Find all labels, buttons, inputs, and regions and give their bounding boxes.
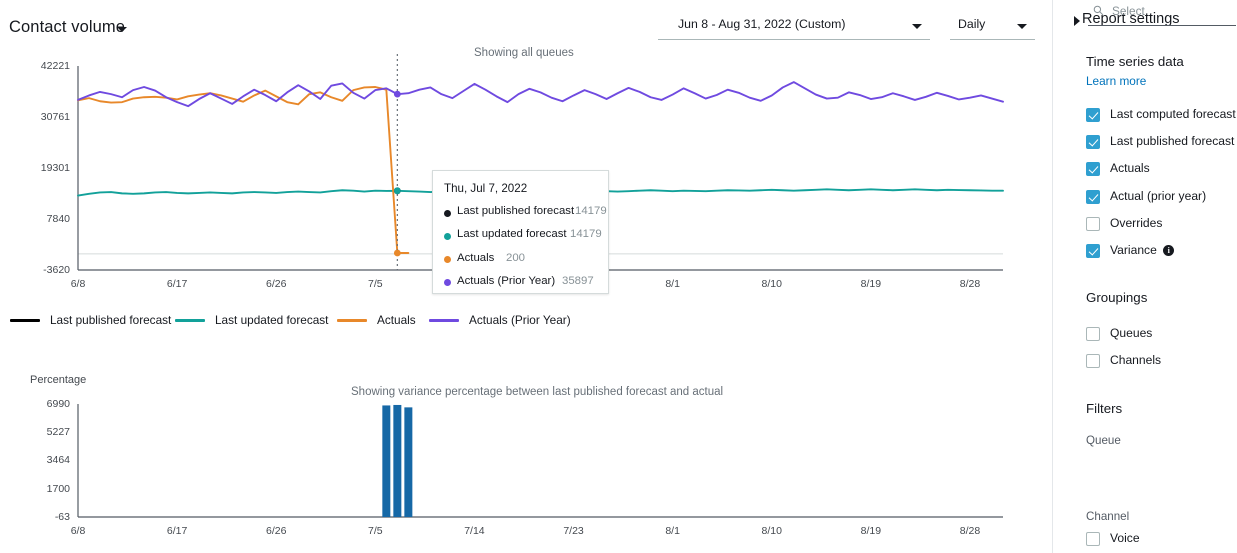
date-range-value: Jun 8 - Aug 31, 2022 (Custom) <box>678 17 846 31</box>
chevron-down-icon <box>912 24 922 29</box>
granularity-value: Daily <box>958 17 986 31</box>
checkbox-label: Actuals <box>1110 161 1150 176</box>
tooltip-series-dot <box>444 232 451 240</box>
checkbox-checked-icon[interactable] <box>1086 189 1100 204</box>
bar-chart-x-tick: 6/8 <box>70 525 86 537</box>
line-chart-x-tick: 8/19 <box>860 278 882 290</box>
tooltip-series-label: Last updated forecast <box>457 228 567 241</box>
tooltip-series-dot <box>444 256 451 264</box>
page-title: Contact volume <box>9 18 126 36</box>
line-chart-y-tick: -3620 <box>43 264 70 276</box>
line-chart-y-tick: 7840 <box>46 213 70 225</box>
line-chart-y-tick: 42221 <box>40 60 70 72</box>
checkbox-label: Queues <box>1110 326 1153 340</box>
granularity-select[interactable]: Daily <box>950 13 1035 40</box>
legend-label: Actuals (Prior Year) <box>469 313 571 327</box>
legend-color-swatch <box>175 319 205 322</box>
checkbox-unchecked-icon[interactable] <box>1086 532 1100 546</box>
bar-chart-x-tick: 8/1 <box>665 525 680 537</box>
tooltip-series-dot <box>444 209 451 217</box>
bar-chart-y-tick: -63 <box>54 511 70 523</box>
line-chart-x-tick: 8/28 <box>959 278 981 290</box>
legend-color-swatch <box>429 319 459 322</box>
line-chart-y-tick: 30761 <box>40 110 70 123</box>
bar-chart-x-tick: 7/23 <box>563 525 584 537</box>
checkbox-checked-icon[interactable] <box>1086 244 1100 258</box>
tooltip-series-value: 35897 <box>562 274 594 287</box>
variance-bar-chart: Percentage Showing variance percentage b… <box>0 374 1053 553</box>
bar-chart-x-tick: 7/5 <box>368 525 383 537</box>
queue-search-placeholder: Select <box>1112 4 1145 18</box>
line-chart-legend: Last published forecast Last updated fore… <box>0 312 1053 332</box>
filters-title: Filters <box>1086 401 1123 416</box>
chevron-down-icon[interactable] <box>117 27 127 32</box>
bar-chart-y-tick: 5227 <box>46 426 70 439</box>
learn-more-link[interactable]: Learn more <box>1086 74 1146 88</box>
checkbox-label: Voice <box>1110 531 1140 545</box>
checkbox-label: Channels <box>1110 353 1162 367</box>
line-chart-y-tick: 19301 <box>40 161 70 174</box>
line-chart-x-tick: 7/5 <box>368 278 383 290</box>
checkbox-label: Variance <box>1110 243 1157 257</box>
bar-chart-x-tick: 8/19 <box>860 525 882 537</box>
groupings-title: Groupings <box>1086 290 1148 305</box>
bar-chart-y-tick: 3464 <box>46 454 70 467</box>
checkbox-label: Actual (prior year) <box>1110 188 1207 203</box>
bar-chart-x-tick: 8/10 <box>761 525 782 537</box>
info-icon[interactable]: i <box>1163 245 1175 256</box>
tooltip-row: Last updated forecast 14179 <box>444 228 604 244</box>
date-range-select[interactable]: Jun 8 - Aug 31, 2022 (Custom) <box>658 13 930 40</box>
chevron-right-icon <box>1074 16 1080 26</box>
tooltip-date: Thu, Jul 7, 2022 <box>444 182 528 195</box>
line-chart-x-tick: 6/26 <box>265 278 287 290</box>
bar-chart-x-tick: 6/26 <box>265 525 287 537</box>
tooltip-series-value: 14179 <box>570 228 602 241</box>
tooltip-row: Actuals 200 <box>444 252 604 268</box>
tooltip-series-label: Actuals <box>457 251 495 264</box>
chevron-down-icon <box>1017 24 1027 29</box>
checkbox-label: Overrides <box>1110 215 1163 230</box>
time-series-data-title: Time series data <box>1086 54 1184 69</box>
tooltip-row: Actuals (Prior Year) 35897 <box>444 275 604 291</box>
checkbox-checked-icon[interactable] <box>1086 162 1100 177</box>
tooltip-row: Last published forecast 14179 <box>444 205 607 221</box>
line-chart-x-tick: 8/10 <box>761 278 782 290</box>
checkbox-checked-icon[interactable] <box>1086 135 1100 150</box>
tooltip-series-value: 200 <box>506 251 526 264</box>
checkbox-unchecked-icon[interactable] <box>1086 327 1100 341</box>
channel-filter-label: Channel <box>1086 510 1130 523</box>
checkbox-label: Last computed forecast <box>1110 107 1236 121</box>
search-icon <box>1093 5 1104 16</box>
tooltip-series-label: Actuals (Prior Year) <box>457 274 556 287</box>
tooltip-series-dot <box>444 279 451 287</box>
legend-color-swatch <box>337 319 367 322</box>
line-chart-x-tick: 6/17 <box>166 278 188 290</box>
legend-label: Actuals <box>377 313 416 327</box>
report-settings-sidebar: Report settings Time series data Learn m… <box>1054 0 1237 553</box>
main-chart-panel: Contact volume Jun 8 - Aug 31, 2022 (Cus… <box>0 0 1053 553</box>
bar-chart-x-tick: 6/17 <box>166 525 188 537</box>
chart-tooltip: Thu, Jul 7, 2022 Last published forecast… <box>432 170 609 294</box>
bar-chart-x-tick: 8/28 <box>959 525 981 537</box>
line-chart-x-tick: 6/8 <box>70 278 86 290</box>
checkbox-checked-icon[interactable] <box>1086 108 1100 122</box>
bar-chart-y-tick: 1700 <box>46 482 70 495</box>
legend-label: Last published forecast <box>50 313 172 327</box>
line-chart-x-tick: 8/1 <box>665 278 680 290</box>
checkbox-label: Last published forecast <box>1110 134 1235 149</box>
checkbox-unchecked-icon[interactable] <box>1086 216 1100 231</box>
tooltip-series-value: 14179 <box>575 205 607 217</box>
legend-label: Last updated forecast <box>215 313 329 327</box>
legend-color-swatch <box>10 319 40 322</box>
bar-chart-x-tick: 7/14 <box>464 525 485 537</box>
checkbox-unchecked-icon[interactable] <box>1086 354 1100 368</box>
bar-chart-y-tick: 6990 <box>46 398 70 410</box>
forecast-report-page: Contact volume Jun 8 - Aug 31, 2022 (Cus… <box>0 0 1237 553</box>
queue-search-input[interactable]: Select <box>1088 0 1236 26</box>
tooltip-series-label: Last published forecast <box>457 205 575 217</box>
report-header: Contact volume Jun 8 - Aug 31, 2022 (Cus… <box>0 0 1053 44</box>
queue-filter-label: Queue <box>1086 434 1121 447</box>
